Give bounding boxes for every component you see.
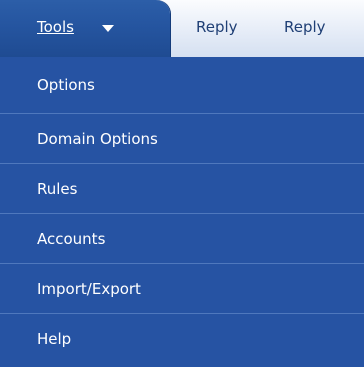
menu-item-import-export[interactable]: Import/Export: [0, 264, 364, 314]
tools-dropdown-menu: Options Domain Options Rules Accounts Im…: [0, 57, 364, 367]
menu-item-rules[interactable]: Rules: [0, 164, 364, 214]
reply-button[interactable]: Reply: [196, 18, 238, 36]
caret-down-icon[interactable]: [102, 25, 114, 32]
menu-item-help[interactable]: Help: [0, 314, 364, 367]
tools-menu-button[interactable]: Tools: [0, 0, 170, 57]
reply-all-button[interactable]: Reply: [284, 18, 326, 36]
tools-menu-label[interactable]: Tools: [37, 18, 74, 36]
toolbar: Tools Reply Reply: [0, 0, 364, 57]
menu-item-domain-options[interactable]: Domain Options: [0, 114, 364, 164]
menu-item-accounts[interactable]: Accounts: [0, 214, 364, 264]
menu-item-options[interactable]: Options: [0, 57, 364, 114]
